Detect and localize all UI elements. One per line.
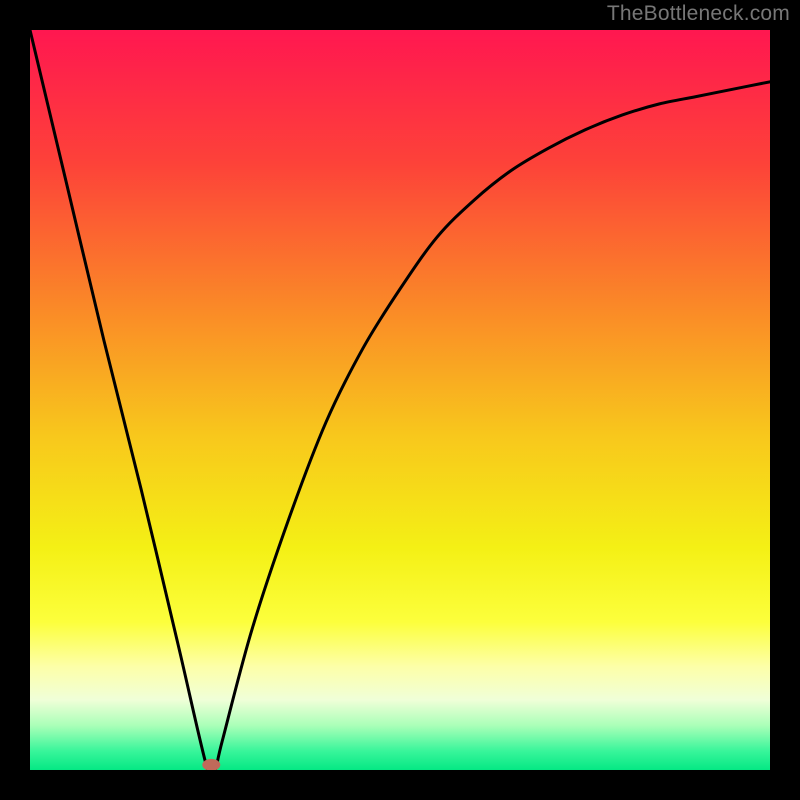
attribution-label: TheBottleneck.com [607,2,790,26]
plot-area [30,30,770,770]
chart-frame: TheBottleneck.com [0,0,800,800]
plot-background [30,30,770,770]
plot-svg [30,30,770,770]
